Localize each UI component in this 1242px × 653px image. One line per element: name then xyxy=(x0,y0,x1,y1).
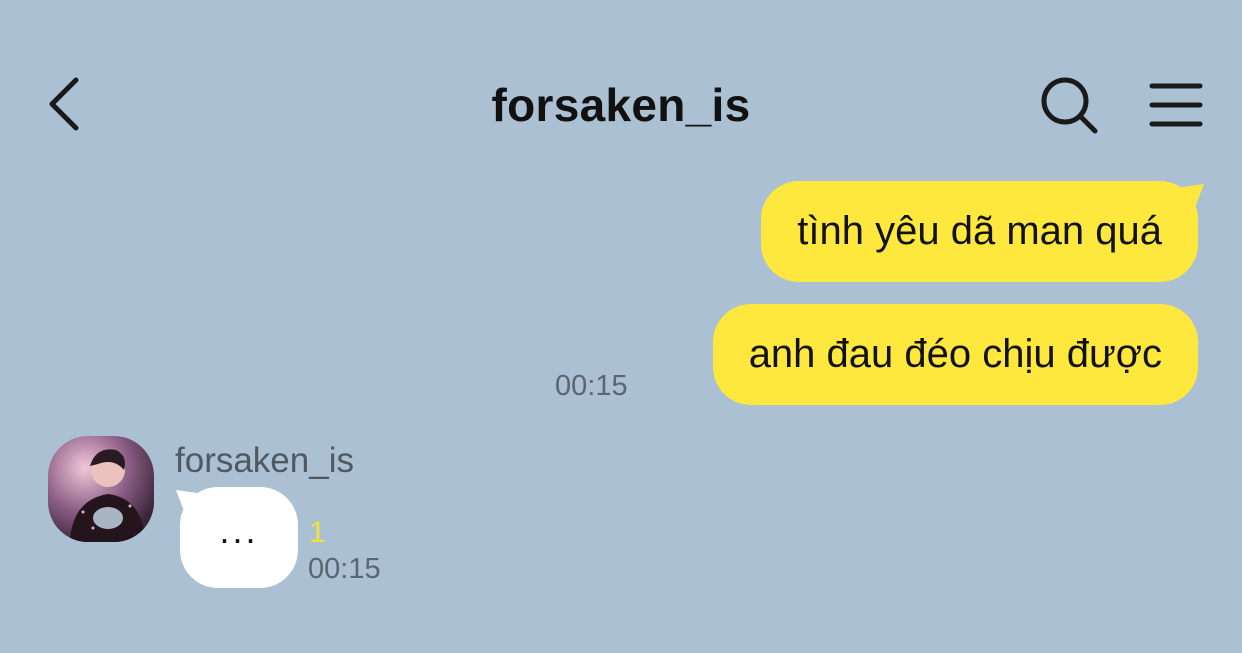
search-icon xyxy=(1041,77,1098,134)
avatar-photo xyxy=(48,436,154,542)
sender-avatar[interactable] xyxy=(48,436,154,542)
message-timestamp: 00:15 xyxy=(555,370,628,402)
search-button[interactable] xyxy=(1038,74,1102,138)
chat-header: forsaken_is xyxy=(0,0,1242,200)
menu-icon xyxy=(1149,83,1203,127)
unread-count: 1 xyxy=(309,516,326,549)
message-timestamp: 00:15 xyxy=(308,553,381,585)
sent-message[interactable]: tình yêu dã man quá xyxy=(761,181,1198,282)
sent-message[interactable]: anh đau đéo chịu được xyxy=(712,304,1198,405)
received-message[interactable]: ... xyxy=(180,487,298,588)
sender-name: forsaken_is xyxy=(175,441,354,480)
menu-button[interactable] xyxy=(1146,76,1206,134)
